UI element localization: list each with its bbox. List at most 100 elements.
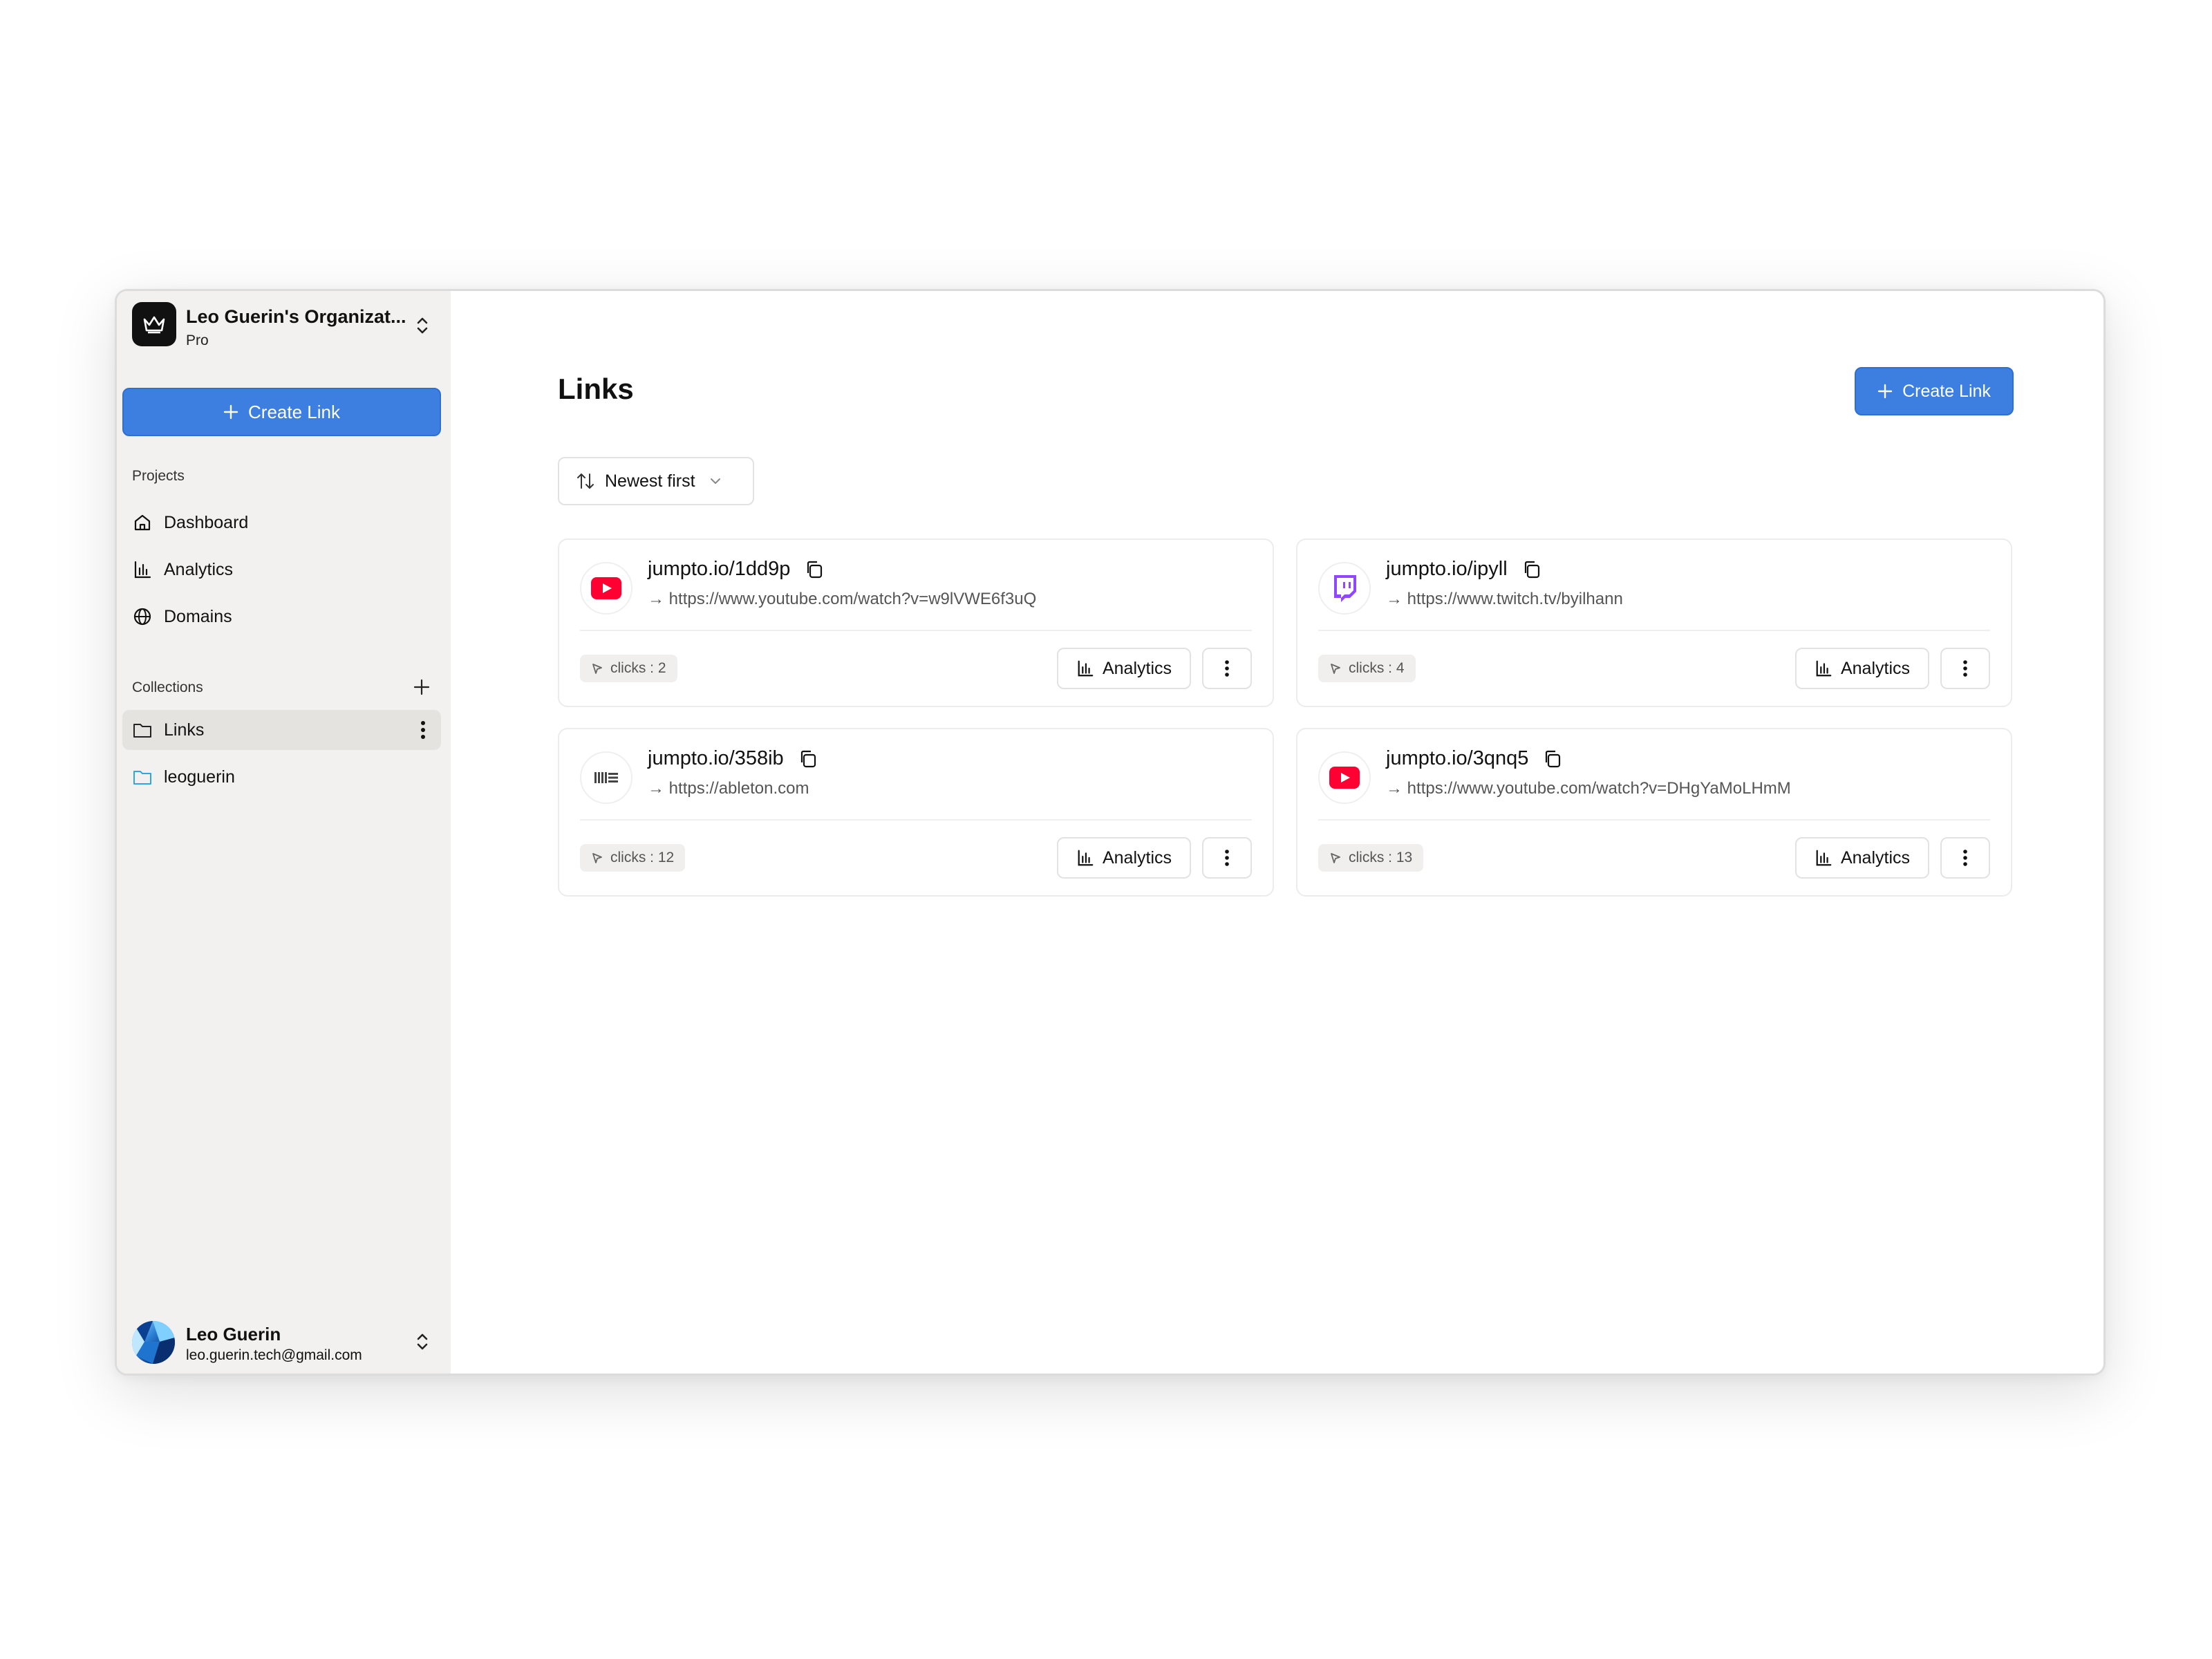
collection-leoguerin[interactable]: leoguerin <box>122 757 441 797</box>
projects-heading: Projects <box>132 468 185 484</box>
globe-icon <box>132 606 153 627</box>
cursor-icon <box>1331 664 1340 674</box>
nav-dashboard[interactable]: Dashboard <box>122 503 441 543</box>
create-link-button[interactable]: Create Link <box>1855 367 2014 415</box>
short-link[interactable]: jumpto.io/ipyll <box>1386 558 1542 581</box>
more-options-button[interactable] <box>1940 648 1990 689</box>
sidebar: Leo Guerin's Organizat... Pro Create Lin… <box>117 291 451 1374</box>
short-link-text: jumpto.io/358ib <box>648 747 784 769</box>
clicks-badge: clicks : 13 <box>1318 844 1424 872</box>
short-link-text: jumpto.io/3qnq5 <box>1386 747 1529 769</box>
create-link-button[interactable]: Create Link <box>122 388 441 436</box>
youtube-icon <box>580 562 632 615</box>
create-link-label: Create Link <box>1902 381 1991 401</box>
org-name: Leo Guerin's Organizat... <box>186 306 406 327</box>
bar-chart-icon <box>1078 850 1094 866</box>
analytics-label: Analytics <box>1840 658 1911 678</box>
cursor-icon <box>592 664 602 674</box>
analytics-label: Analytics <box>1102 658 1172 678</box>
more-options-button[interactable] <box>1940 837 1990 879</box>
home-icon <box>132 512 153 533</box>
short-link[interactable]: jumpto.io/3qnq5 <box>1386 747 1563 770</box>
destination-url-text: https://www.youtube.com/watch?v=w9lVWE6f… <box>668 590 1037 608</box>
analytics-button[interactable]: Analytics <box>1057 648 1191 689</box>
cursor-icon <box>592 853 602 863</box>
destination-url[interactable]: → https://ableton.com <box>648 779 809 798</box>
analytics-button[interactable]: Analytics <box>1795 837 1929 879</box>
cursor-icon <box>1331 853 1340 863</box>
more-options-button[interactable] <box>1202 648 1252 689</box>
main-content: Links Create Link Newest first jumpto.io… <box>451 291 2103 1374</box>
link-card: jumpto.io/358ib → https://ableton.com cl… <box>558 728 1274 897</box>
arrow-right-icon: → <box>648 779 664 798</box>
more-options-button[interactable] <box>1202 837 1252 879</box>
page-title: Links <box>558 373 634 405</box>
destination-url-text: https://www.youtube.com/watch?v=DHgYaMoL… <box>1407 779 1791 798</box>
folder-icon <box>132 720 153 740</box>
user-email: leo.guerin.tech@gmail.com <box>186 1347 362 1363</box>
link-card: jumpto.io/3qnq5 → https://www.youtube.co… <box>1296 728 2012 897</box>
org-switcher[interactable]: Leo Guerin's Organizat... Pro <box>132 302 436 350</box>
plus-icon <box>223 404 238 420</box>
copy-icon[interactable] <box>1542 749 1563 769</box>
collection-leoguerin-label: leoguerin <box>164 767 235 787</box>
more-vertical-icon <box>1963 660 1967 677</box>
destination-url-text: https://www.twitch.tv/byilhann <box>1407 590 1623 608</box>
clicks-badge: clicks : 4 <box>1318 655 1416 682</box>
destination-url-text: https://ableton.com <box>668 779 809 798</box>
sort-label: Newest first <box>605 471 695 491</box>
analytics-label: Analytics <box>1840 847 1911 868</box>
crown-icon <box>132 302 176 346</box>
copy-icon[interactable] <box>1521 559 1542 580</box>
divider <box>580 630 1252 631</box>
add-collection-icon[interactable] <box>411 677 432 697</box>
youtube-icon <box>1318 751 1371 804</box>
bar-chart-icon <box>132 559 153 580</box>
folder-icon <box>132 767 153 787</box>
short-link[interactable]: jumpto.io/358ib <box>648 747 818 770</box>
more-vertical-icon <box>1225 850 1229 866</box>
more-vertical-icon <box>1963 850 1967 866</box>
copy-icon[interactable] <box>804 559 825 580</box>
divider <box>580 819 1252 821</box>
nav-dashboard-label: Dashboard <box>164 512 249 532</box>
chevron-up-down-icon[interactable] <box>413 1329 432 1354</box>
chevron-up-down-icon[interactable] <box>413 313 432 338</box>
analytics-button[interactable]: Analytics <box>1795 648 1929 689</box>
collection-links[interactable]: Links <box>122 710 441 750</box>
org-plan: Pro <box>186 332 209 348</box>
short-link[interactable]: jumpto.io/1dd9p <box>648 558 825 581</box>
more-vertical-icon <box>1225 660 1229 677</box>
chevron-down-icon <box>710 478 720 484</box>
clicks-count: clicks : 12 <box>610 850 675 865</box>
clicks-count: clicks : 2 <box>610 660 666 676</box>
user-name: Leo Guerin <box>186 1324 281 1344</box>
arrow-right-icon: → <box>1386 779 1403 798</box>
sort-dropdown[interactable]: Newest first <box>558 457 754 505</box>
short-link-text: jumpto.io/1dd9p <box>648 558 791 580</box>
short-link-text: jumpto.io/ipyll <box>1386 558 1508 580</box>
link-card: jumpto.io/ipyll → https://www.twitch.tv/… <box>1296 538 2012 707</box>
plus-icon <box>1877 384 1893 399</box>
destination-url[interactable]: → https://www.twitch.tv/byilhann <box>1386 590 1623 609</box>
create-link-label: Create Link <box>248 401 340 422</box>
clicks-count: clicks : 13 <box>1349 850 1413 865</box>
nav-analytics[interactable]: Analytics <box>122 550 441 590</box>
destination-url[interactable]: → https://www.youtube.com/watch?v=DHgYaM… <box>1386 779 1791 798</box>
ableton-icon <box>580 751 632 804</box>
analytics-button[interactable]: Analytics <box>1057 837 1191 879</box>
link-card: jumpto.io/1dd9p → https://www.youtube.co… <box>558 538 1274 707</box>
destination-url[interactable]: → https://www.youtube.com/watch?v=w9lVWE… <box>648 590 1036 609</box>
analytics-label: Analytics <box>1102 847 1172 868</box>
nav-domains[interactable]: Domains <box>122 597 441 637</box>
clicks-badge: clicks : 2 <box>580 655 677 682</box>
collection-links-label: Links <box>164 720 205 740</box>
sort-arrows-icon <box>577 474 594 489</box>
user-menu[interactable]: Leo Guerin leo.guerin.tech@gmail.com <box>132 1320 436 1368</box>
nav-domains-label: Domains <box>164 606 232 626</box>
bar-chart-icon <box>1078 660 1094 677</box>
copy-icon[interactable] <box>798 749 818 769</box>
more-vertical-icon[interactable] <box>416 720 430 740</box>
app-window: Leo Guerin's Organizat... Pro Create Lin… <box>115 289 2106 1376</box>
arrow-right-icon: → <box>1386 590 1403 608</box>
